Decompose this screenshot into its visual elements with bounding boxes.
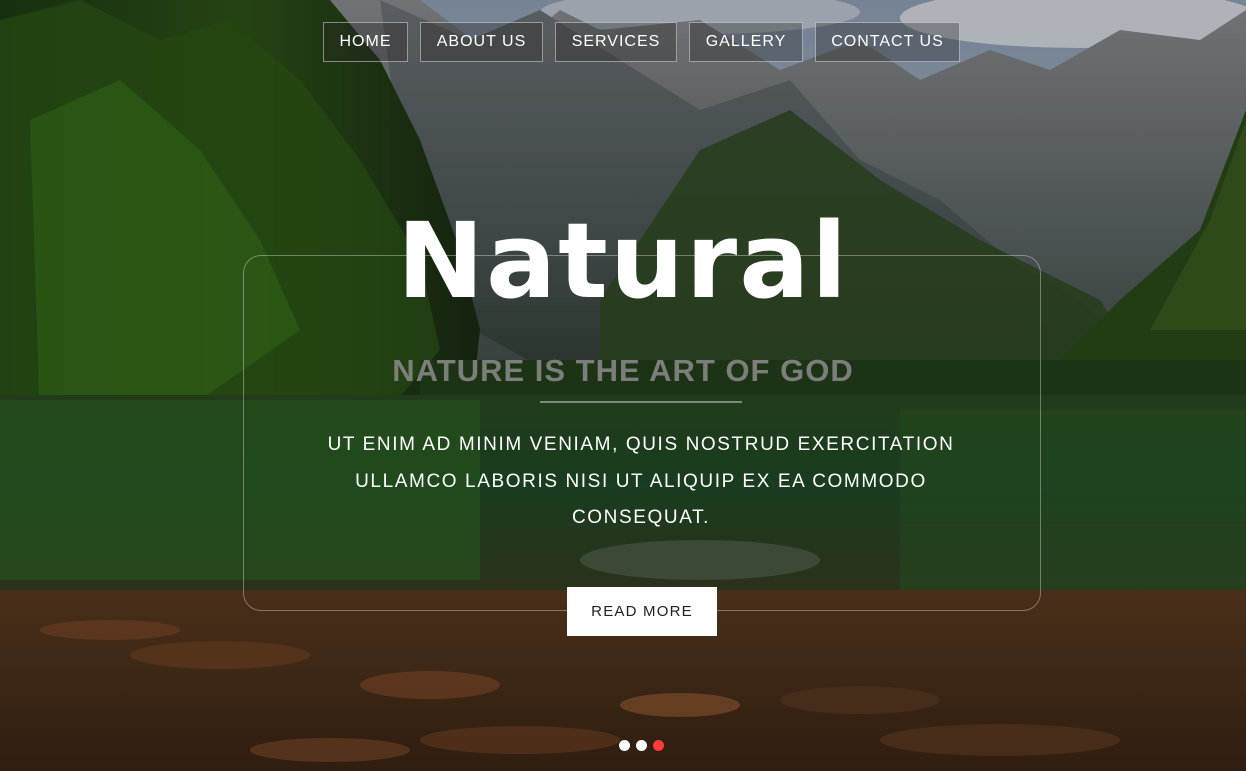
slider-dots (619, 740, 669, 752)
nav-item-services[interactable]: SERVICES (555, 22, 677, 62)
subtitle-divider (540, 401, 742, 403)
nav-item-about-us[interactable]: ABOUT US (420, 22, 543, 62)
slider-dot-1[interactable] (619, 740, 630, 751)
hero-description: UT ENIM AD MINIM VENIAM, QUIS NOSTRUD EX… (327, 434, 955, 528)
nav-item-contact-us[interactable]: CONTACT US (815, 22, 960, 62)
slider-dot-3[interactable] (653, 740, 664, 751)
hero-section: HOME ABOUT US SERVICES GALLERY CONTACT U… (0, 0, 1246, 771)
nav-item-gallery[interactable]: GALLERY (689, 22, 803, 62)
hero-title: Natural (396, 200, 850, 322)
nav-item-home[interactable]: HOME (323, 22, 408, 62)
main-navigation: HOME ABOUT US SERVICES GALLERY CONTACT U… (0, 22, 1246, 62)
slider-dot-2[interactable] (636, 740, 647, 751)
read-more-button[interactable]: READ MORE (567, 587, 717, 636)
hero-subtitle: NATURE IS THE ART OF GOD (392, 353, 854, 388)
